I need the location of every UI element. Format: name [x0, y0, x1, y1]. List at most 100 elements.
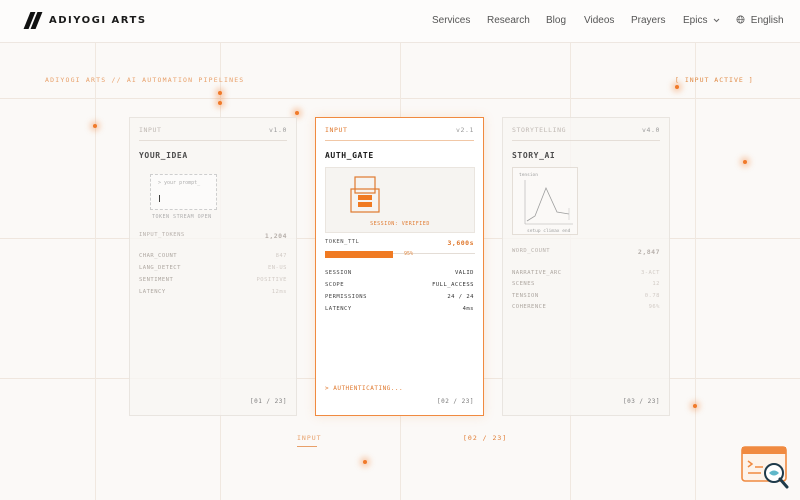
- top-navbar: ADIYOGI ARTS Services Research Blog Vide…: [0, 0, 800, 43]
- divider: [325, 140, 474, 141]
- card-counter: [02 / 23]: [436, 398, 474, 405]
- metric-label: CHAR_COUNT: [139, 253, 178, 259]
- card-label: INPUT: [139, 126, 162, 134]
- input-active-status: [ INPUT ACTIVE ]: [675, 76, 754, 84]
- metric-row: PERMISSIONS 24 / 24: [325, 294, 474, 304]
- language-label: English: [750, 15, 784, 26]
- nav-item-blog[interactable]: Blog: [546, 15, 566, 26]
- card-version: v1.0: [268, 126, 287, 134]
- metric-label: COHERENCE: [512, 304, 547, 310]
- metric-value: 24 / 24: [447, 294, 474, 300]
- metric-value: 2,847: [637, 248, 660, 256]
- metric-value: EN-US: [267, 265, 287, 271]
- card-version: v2.1: [455, 126, 474, 134]
- metric-label: LATENCY: [139, 289, 166, 295]
- metric-label: LATENCY: [325, 306, 352, 312]
- terminal-search-icon: [741, 446, 789, 489]
- metric-label: INPUT_TOKENS: [139, 232, 185, 238]
- metric-label: WORD_COUNT: [512, 248, 551, 254]
- nav-item-prayers[interactable]: Prayers: [631, 15, 665, 26]
- metric-value: 96%: [648, 304, 660, 310]
- card-label: INPUT: [325, 126, 348, 134]
- auth-state-text: > AUTHENTICATING...: [325, 385, 404, 392]
- card-title: STORY_AI: [512, 151, 556, 160]
- prompt-placeholder: > your prompt_: [158, 180, 201, 186]
- prompt-input[interactable]: > your prompt_: [150, 174, 217, 210]
- metric-value: 12: [652, 281, 660, 287]
- metric-value: 1,204: [264, 232, 287, 240]
- nav-item-videos[interactable]: Videos: [584, 15, 614, 26]
- card-counter: [01 / 23]: [249, 398, 287, 405]
- metric-label: SENTIMENT: [139, 277, 174, 283]
- card-label: STORYTELLING: [512, 126, 567, 134]
- brand-logo-icon: [23, 12, 43, 29]
- metric-value: VALID: [454, 270, 474, 276]
- primary-metric: WORD_COUNT 2,847: [512, 248, 660, 258]
- auth-visual: SESSION: VERIFIED: [325, 167, 475, 233]
- metric-label: SESSION: [325, 270, 352, 276]
- metric-value: POSITIVE: [256, 277, 287, 283]
- metric-label: NARRATIVE_ARC: [512, 270, 562, 276]
- divider: [139, 140, 287, 141]
- metric-value: 0.78: [644, 293, 660, 299]
- primary-metric: TOKEN_TTL 3,600s: [325, 239, 474, 249]
- nav-item-epics-label: Epics: [683, 15, 708, 26]
- chevron-down-icon: [713, 18, 720, 23]
- metric-row: NARRATIVE_ARC 3-ACT: [512, 270, 660, 280]
- card-counter: [03 / 23]: [622, 398, 660, 405]
- metric-row: LANG_DETECT EN-US: [139, 265, 287, 275]
- pipeline-card-auth-gate[interactable]: INPUT v2.1 AUTH_GATE SESSION: VERIFIED T…: [315, 117, 484, 416]
- metric-value: 847: [275, 253, 287, 259]
- tension-curve: [524, 180, 573, 225]
- metric-row: CHAR_COUNT 847: [139, 253, 287, 263]
- card-header: STORYTELLING v4.0: [512, 126, 660, 138]
- card-header: INPUT v2.1: [325, 126, 474, 138]
- language-switcher[interactable]: English: [736, 15, 784, 26]
- ttl-progress-bar: 95%: [325, 251, 475, 258]
- metric-value: 3,600s: [447, 239, 474, 247]
- pipeline-card-story-ai[interactable]: STORYTELLING v4.0 STORY_AI tension setup…: [502, 117, 670, 416]
- nav-item-services[interactable]: Services: [432, 15, 470, 26]
- tension-chart: tension setup climax end: [512, 167, 578, 235]
- metric-value: FULL_ACCESS: [432, 282, 474, 288]
- metric-value: 3-ACT: [640, 270, 660, 276]
- metric-row: TENSION 0.78: [512, 293, 660, 303]
- metric-label: PERMISSIONS: [325, 294, 367, 300]
- text-caret: [159, 195, 160, 202]
- terminal-search-button[interactable]: [741, 444, 791, 492]
- metric-row: SESSION VALID: [325, 270, 474, 280]
- card-version: v4.0: [641, 126, 660, 134]
- nav-item-research[interactable]: Research: [487, 15, 530, 26]
- globe-icon: [736, 15, 745, 24]
- metric-value: 4ms: [462, 306, 474, 312]
- metric-label: TENSION: [512, 293, 539, 299]
- pipeline-card-your-idea[interactable]: INPUT v1.0 YOUR_IDEA > your prompt_ TOKE…: [129, 117, 297, 416]
- metric-label: SCENES: [512, 281, 535, 287]
- chart-axis-labels: setup climax end: [527, 229, 571, 234]
- brand-name: ADIYOGI ARTS: [49, 15, 147, 26]
- nav-item-epics[interactable]: Epics: [683, 15, 720, 26]
- divider: [512, 140, 660, 141]
- progress-label: 95%: [404, 251, 414, 257]
- metric-label: LANG_DETECT: [139, 265, 181, 271]
- bottom-tab-underline: [297, 446, 317, 447]
- metric-row: SCOPE FULL_ACCESS: [325, 282, 474, 292]
- metric-row: LATENCY 4ms: [325, 306, 474, 316]
- session-status: SESSION: VERIFIED: [370, 221, 430, 227]
- metric-label: TOKEN_TTL: [325, 239, 360, 245]
- metric-value: 12ms: [271, 289, 287, 295]
- card-header: INPUT v1.0: [139, 126, 287, 138]
- prompt-caption: TOKEN STREAM OPEN: [152, 214, 212, 220]
- card-title: YOUR_IDEA: [139, 151, 188, 160]
- metric-row: SENTIMENT POSITIVE: [139, 277, 287, 287]
- brand[interactable]: ADIYOGI ARTS: [23, 12, 147, 29]
- bottom-counter: [02 / 23]: [463, 434, 508, 442]
- metric-row: LATENCY 12ms: [139, 289, 287, 299]
- metric-row: SCENES 12: [512, 281, 660, 291]
- bottom-tab-input[interactable]: INPUT: [297, 434, 322, 442]
- progress-fill: [325, 251, 394, 258]
- card-title: AUTH_GATE: [325, 151, 374, 160]
- primary-metric: INPUT_TOKENS 1,204: [139, 232, 287, 242]
- lock-icon: [350, 176, 380, 213]
- metric-label: SCOPE: [325, 282, 345, 288]
